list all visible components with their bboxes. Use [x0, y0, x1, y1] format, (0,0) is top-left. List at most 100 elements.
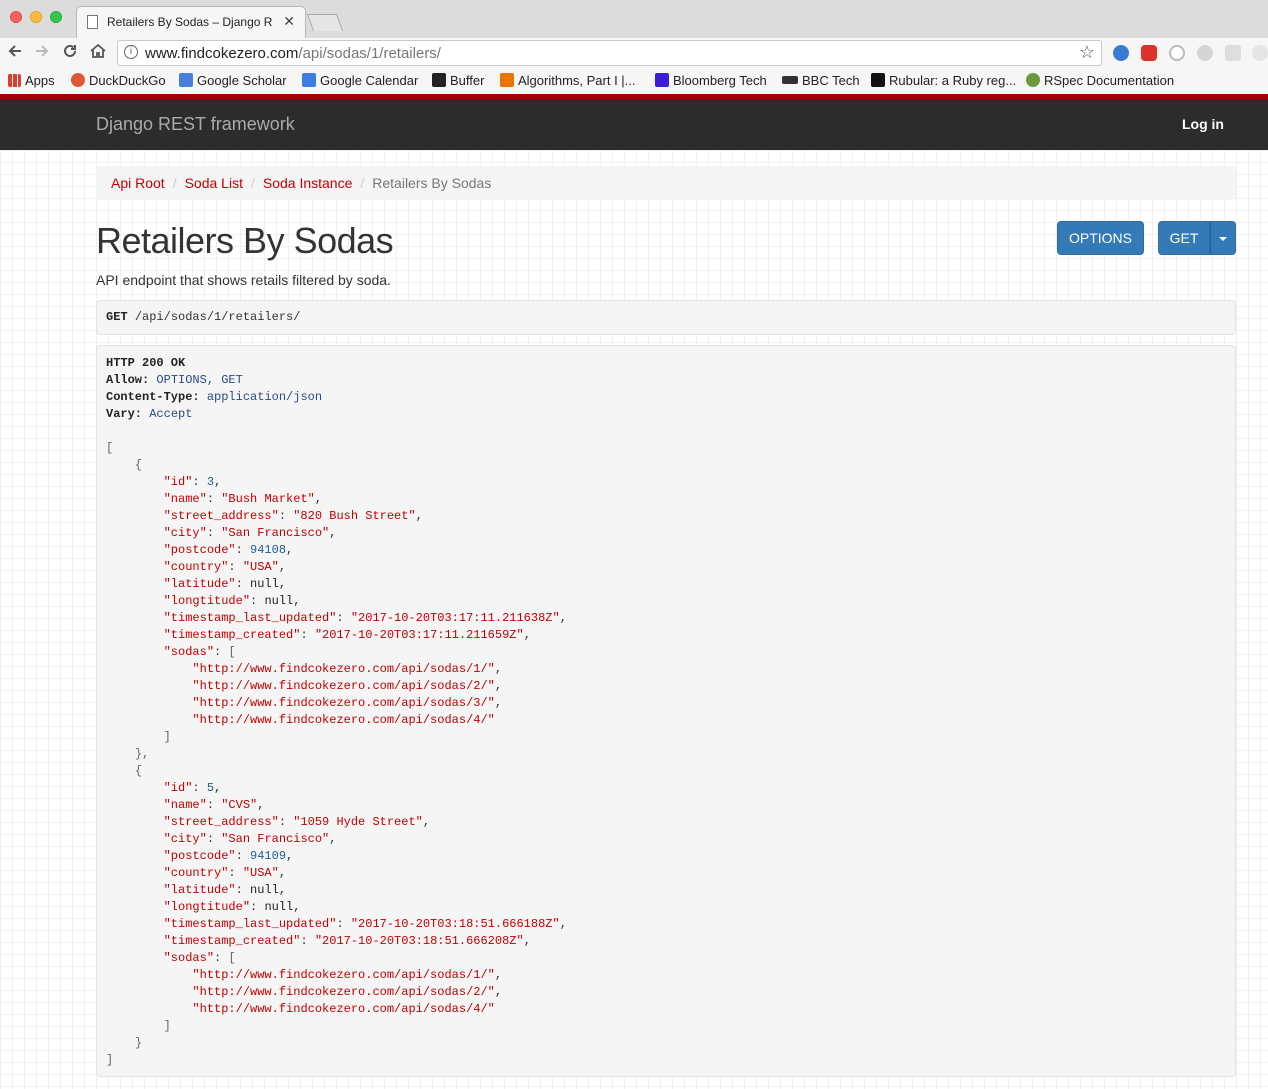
breadcrumb: Api Root / Soda List / Soda Instance / Retaile… — [96, 166, 1236, 200]
bookmark-label: Algorithms, Part I |... — [518, 73, 636, 88]
json-key: "postcode" — [163, 543, 236, 557]
json-key: "longtitude" — [163, 594, 251, 608]
options-button[interactable]: OPTIONS — [1057, 221, 1144, 255]
json-url-value: "http://www.findcokezero.com/api/sodas/4… — [192, 1002, 495, 1016]
bookmark-apps[interactable]: Apps — [8, 73, 55, 88]
bookmark-buffer[interactable]: Buffer — [432, 73, 484, 88]
json-key: "latitude" — [163, 883, 236, 897]
json-value: "2017-10-20T03:17:11.211638Z" — [350, 611, 560, 625]
bookmarks-bar: Apps DuckDuckGo Google Scholar Google Ca… — [0, 68, 1268, 94]
json-value: "820 Bush Street" — [293, 509, 416, 523]
json-value: "San Francisco" — [221, 832, 330, 846]
url-text[interactable]: www.findcokezero.com/api/sodas/1/retaile… — [145, 45, 441, 62]
json-key: "postcode" — [163, 849, 236, 863]
browser-toolbar: i www.findcokezero.com/api/sodas/1/retai… — [0, 38, 1268, 68]
bookmark-duckduckgo[interactable]: DuckDuckGo — [71, 73, 166, 88]
breadcrumb-current: Retailers By Sodas — [372, 175, 492, 191]
json-value: "San Francisco" — [221, 526, 330, 540]
json-value: "USA" — [242, 560, 279, 574]
json-key: "name" — [163, 492, 207, 506]
info-icon[interactable]: i — [124, 45, 138, 59]
breadcrumb-soda-list[interactable]: Soda List — [185, 175, 243, 191]
breadcrumb-soda-instance[interactable]: Soda Instance — [263, 175, 353, 191]
json-key: "sodas" — [163, 645, 215, 659]
json-key: "latitude" — [163, 577, 236, 591]
json-bracket: [ — [228, 951, 236, 965]
extension-skype-icon[interactable] — [1113, 45, 1129, 61]
back-arrow-icon[interactable] — [6, 42, 24, 64]
json-url-value: "http://www.findcokezero.com/api/sodas/2… — [192, 679, 495, 693]
bookmark-rubular[interactable]: Rubular: a Ruby reg... — [871, 73, 1016, 88]
json-key: "timestamp_created" — [163, 628, 301, 642]
tab-close-icon[interactable]: ✕ — [283, 13, 295, 30]
login-link[interactable]: Log in — [1182, 116, 1224, 132]
json-url-value: "http://www.findcokezero.com/api/sodas/1… — [192, 968, 495, 982]
json-key: "timestamp_last_updated" — [163, 917, 337, 931]
response-status: HTTP 200 OK — [106, 356, 186, 370]
extension-misc-icon[interactable] — [1252, 45, 1268, 61]
extension-circle-icon[interactable] — [1169, 45, 1185, 61]
home-icon[interactable] — [89, 42, 107, 64]
json-key: "street_address" — [163, 509, 279, 523]
bbc-icon — [782, 76, 798, 84]
browser-tab-bar: Retailers By Sodas – Django R ✕ — [0, 0, 1268, 38]
json-key: "longtitude" — [163, 900, 251, 914]
url-path: /api/sodas/1/retailers/ — [298, 45, 441, 62]
forward-arrow-icon[interactable] — [33, 42, 51, 64]
bookmark-label: Google Calendar — [320, 73, 419, 88]
json-value: "CVS" — [221, 798, 258, 812]
breadcrumb-separator: / — [172, 175, 177, 191]
json-bracket: ] — [163, 730, 171, 744]
json-url-value: "http://www.findcokezero.com/api/sodas/4… — [192, 713, 495, 727]
page-icon — [87, 15, 98, 29]
get-format-dropdown-button[interactable] — [1210, 221, 1236, 255]
google-scholar-icon — [179, 73, 193, 87]
rspec-icon — [1026, 73, 1040, 87]
address-bar[interactable]: i www.findcokezero.com/api/sodas/1/retai… — [117, 40, 1102, 66]
json-value: "2017-10-20T03:18:51.666208Z" — [314, 934, 524, 948]
bookmark-google-calendar[interactable]: Google Calendar — [302, 73, 418, 88]
json-bracket: ] — [163, 1019, 171, 1033]
window-close-button[interactable] — [10, 11, 22, 23]
breadcrumb-api-root[interactable]: Api Root — [111, 175, 165, 191]
json-key: "sodas" — [163, 951, 215, 965]
brand-link[interactable]: Django REST framework — [96, 114, 295, 135]
json-bracket: ] — [106, 1053, 114, 1067]
browser-tab[interactable]: Retailers By Sodas – Django R ✕ — [76, 6, 306, 38]
caret-down-icon — [1219, 237, 1227, 242]
extension-feather-icon[interactable] — [1197, 45, 1213, 61]
breadcrumb-separator: / — [250, 175, 255, 191]
bookmark-label: Rubular: a Ruby reg... — [889, 73, 1017, 88]
apps-grid-icon — [8, 74, 21, 87]
bookmark-rspec[interactable]: RSpec Documentation — [1026, 73, 1174, 88]
bookmark-algorithms[interactable]: Algorithms, Part I |... — [500, 73, 636, 88]
extension-youtube-icon[interactable] — [1141, 45, 1157, 61]
main-content: Api Root / Soda List / Soda Instance / Retaile… — [0, 150, 1268, 1089]
json-key: "country" — [163, 866, 229, 880]
json-url-value: "http://www.findcokezero.com/api/sodas/1… — [192, 662, 495, 676]
window-zoom-button[interactable] — [50, 11, 62, 23]
bookmark-label: Google Scholar — [197, 73, 287, 88]
response-header-key: Allow: — [106, 373, 150, 387]
bookmark-bloomberg[interactable]: Bloomberg Tech — [655, 73, 767, 88]
bookmark-google-scholar[interactable]: Google Scholar — [179, 73, 287, 88]
json-bracket: [ — [106, 441, 114, 455]
extension-grid-icon[interactable] — [1225, 45, 1241, 61]
response-info: HTTP 200 OK Allow: OPTIONS, GET Content-… — [96, 345, 1236, 1077]
json-value: "USA" — [242, 866, 279, 880]
navbar: Django REST framework Log in — [0, 99, 1268, 150]
bookmark-bbc[interactable]: BBC Tech — [782, 73, 860, 88]
json-url-value: "http://www.findcokezero.com/api/sodas/3… — [192, 696, 495, 710]
json-value: 3 — [206, 475, 215, 489]
duckduckgo-icon — [71, 73, 85, 87]
json-value: "1059 Hyde Street" — [293, 815, 423, 829]
bookmark-star-icon[interactable]: ☆ — [1079, 42, 1095, 63]
json-key: "street_address" — [163, 815, 279, 829]
window-minimize-button[interactable] — [30, 11, 42, 23]
new-tab-button[interactable] — [306, 14, 344, 31]
bookmark-label: BBC Tech — [802, 73, 860, 88]
reload-icon[interactable] — [61, 42, 79, 64]
google-calendar-icon — [302, 73, 316, 87]
page-description: API endpoint that shows retails filtered… — [96, 272, 391, 288]
get-button[interactable]: GET — [1158, 221, 1210, 255]
